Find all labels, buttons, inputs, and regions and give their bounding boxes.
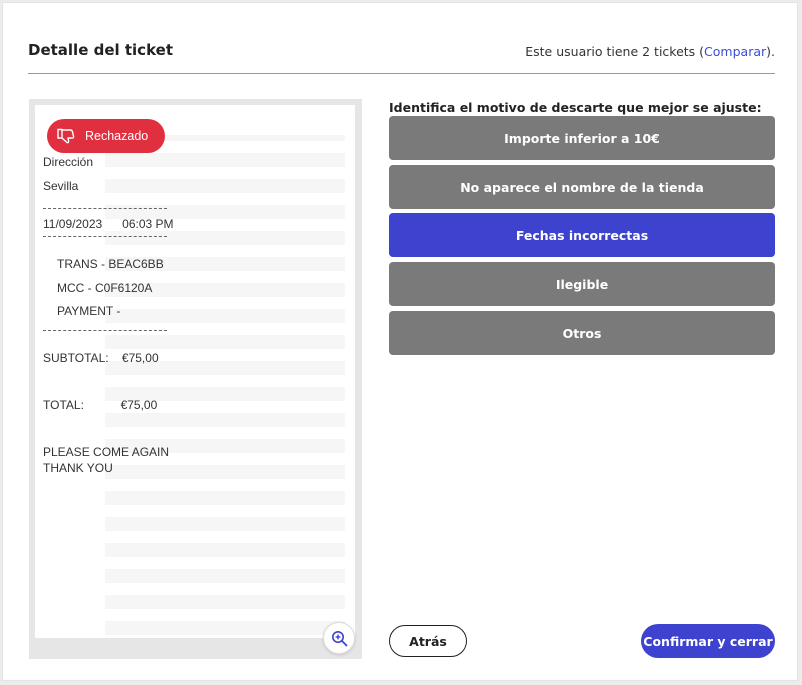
receipt-line: Sevilla xyxy=(43,179,79,193)
option-sin-nombre-tienda[interactable]: No aparece el nombre de la tienda xyxy=(389,165,775,209)
option-otros[interactable]: Otros xyxy=(389,311,775,355)
rejected-badge: Rechazado xyxy=(47,119,165,153)
receipt-line: 11/09/2023 06:03 PM xyxy=(43,217,174,231)
receipt-line: PLEASE COME AGAIN xyxy=(43,445,170,459)
receipt-background-texture xyxy=(105,135,345,635)
receipt-image: Dirección Sevilla 11/09/2023 06:03 PM TR… xyxy=(35,105,355,638)
header: Detalle del ticket Este usuario tiene 2 … xyxy=(28,37,775,74)
page-title: Detalle del ticket xyxy=(28,41,173,59)
receipt-divider xyxy=(43,236,167,237)
ticket-preview: Dirección Sevilla 11/09/2023 06:03 PM TR… xyxy=(29,99,362,659)
option-ilegible[interactable]: Ilegible xyxy=(389,262,775,306)
receipt-line: TRANS - BEAC6BB xyxy=(57,257,164,271)
back-button[interactable]: Atrás xyxy=(389,625,467,657)
option-importe-inferior[interactable]: Importe inferior a 10€ xyxy=(389,116,775,160)
zoom-in-icon xyxy=(331,630,347,646)
rejected-badge-label: Rechazado xyxy=(85,129,149,143)
receipt-divider xyxy=(43,330,167,331)
receipt-line: TOTAL: €75,00 xyxy=(43,398,158,412)
discard-reason-prompt: Identifica el motivo de descarte que mej… xyxy=(389,100,762,115)
ticket-count-suffix: ). xyxy=(766,44,775,59)
receipt-line: THANK YOU xyxy=(43,461,113,475)
thumbs-down-icon xyxy=(57,128,75,144)
ticket-count-text: Este usuario tiene 2 tickets (Comparar). xyxy=(525,44,775,59)
confirm-close-button[interactable]: Confirmar y cerrar xyxy=(641,624,775,658)
receipt-line: MCC - C0F6120A xyxy=(57,281,153,295)
compare-link[interactable]: Comparar xyxy=(704,44,766,59)
zoom-button[interactable] xyxy=(323,622,355,654)
ticket-count-prefix: Este usuario tiene 2 tickets ( xyxy=(525,44,705,59)
receipt-line: SUBTOTAL: €75,00 xyxy=(43,351,159,365)
option-fechas-incorrectas[interactable]: Fechas incorrectas xyxy=(389,213,775,257)
ticket-detail-card: Detalle del ticket Este usuario tiene 2 … xyxy=(2,2,798,681)
receipt-divider xyxy=(43,208,167,209)
receipt-line: Dirección xyxy=(43,155,94,169)
receipt-line: PAYMENT - xyxy=(57,304,121,318)
